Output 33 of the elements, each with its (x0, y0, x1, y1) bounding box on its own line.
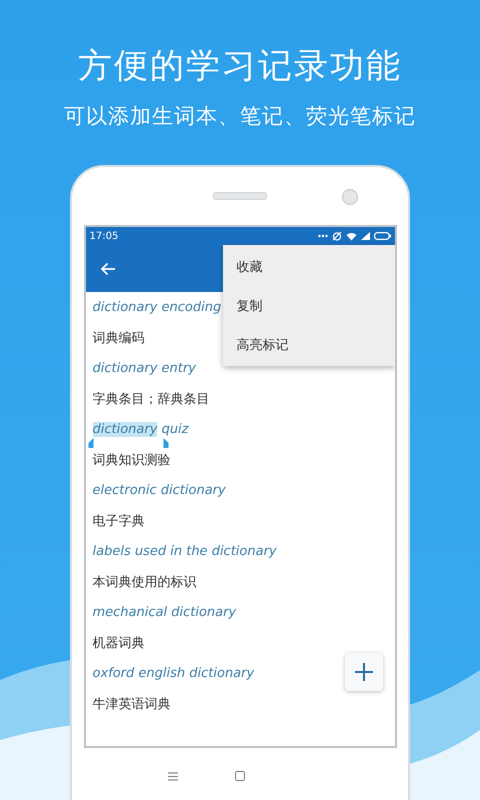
english-term: dictionary entry (92, 360, 196, 376)
menu-item[interactable]: 收藏 (222, 247, 394, 286)
selection-handle-icon[interactable] (86, 438, 96, 448)
selection-handle-icon[interactable] (161, 438, 172, 448)
english-term: oxford english dictionary (92, 666, 254, 681)
home-square-icon[interactable] (234, 771, 245, 781)
chinese-translation: 词典知识测验 (92, 452, 170, 469)
headline: 方便的学习记录功能 (78, 45, 402, 88)
chinese-translation: 机器词典 (92, 634, 144, 652)
chinese-translation: 字典条目；辞典条目 (92, 390, 210, 408)
english-term: dictionary encoding (92, 300, 222, 315)
back-arrow-icon[interactable] (100, 262, 116, 276)
more-icon (318, 234, 328, 238)
english-term: mechanical dictionary (92, 604, 236, 620)
speaker-grille (213, 192, 267, 200)
chinese-translation: 本词典使用的标识 (92, 574, 196, 591)
add-button[interactable] (344, 653, 382, 691)
battery-icon (374, 232, 390, 240)
subheadline: 可以添加生词本、笔记、荧光笔标记 (64, 103, 416, 130)
chinese-translation: 牛津英语词典 (92, 696, 170, 713)
chinese-translation: 电子字典 (92, 512, 144, 530)
signal-icon (360, 232, 370, 240)
english-term: labels used in the dictionary (92, 544, 277, 559)
status-time: 17:05 (90, 230, 118, 242)
english-term: electronic dictionary (92, 482, 226, 498)
menu-icon[interactable] (168, 772, 178, 780)
chinese-translation: 词典编码 (92, 330, 144, 347)
wifi-icon (346, 232, 356, 240)
menu-item[interactable]: 复制 (222, 286, 394, 325)
menu-item[interactable]: 高亮标记 (222, 325, 394, 364)
plus-icon (354, 663, 372, 681)
alarm-off-icon (332, 231, 342, 241)
camera-icon (342, 189, 358, 205)
